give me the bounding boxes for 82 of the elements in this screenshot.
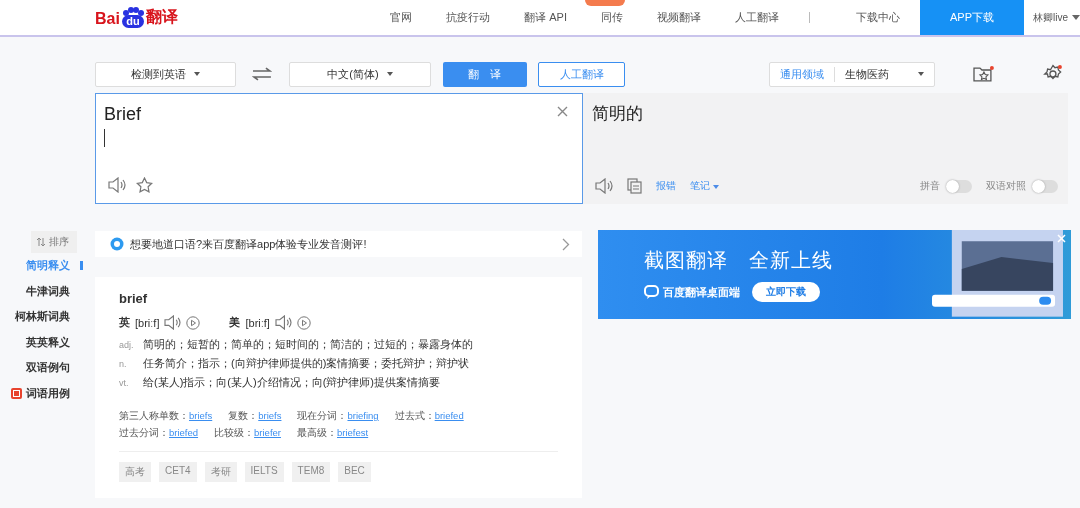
nav-link[interactable]: 抗疫行动 — [432, 10, 505, 25]
promo-bar[interactable]: 想要地道口语?来百度翻译app体验专业发音测评! — [95, 231, 582, 257]
human-translation-button[interactable]: 人工翻译 — [538, 61, 625, 87]
word-form-link[interactable]: briefest — [337, 427, 369, 438]
bilingual-label: 双语对照 — [986, 179, 1026, 193]
form-label: 最高级： — [297, 427, 337, 438]
swap-icon[interactable] — [252, 67, 273, 81]
accent-label: 英 — [119, 315, 130, 330]
nav-link[interactable]: 同传 — [587, 10, 637, 25]
form-label: 现在分词： — [297, 410, 348, 421]
selection-indicator — [80, 261, 83, 271]
form-label: 复数： — [228, 410, 259, 421]
logo-text: Bai — [95, 10, 120, 28]
word-form-link[interactable]: briefing — [347, 410, 379, 421]
form-label: 过去式： — [394, 410, 435, 421]
user-menu[interactable]: 林卿live — [1033, 10, 1080, 25]
pinyin-toggle[interactable] — [946, 179, 972, 193]
chevron-right-icon — [562, 237, 570, 251]
play-icon[interactable] — [296, 315, 311, 330]
headword: brief — [119, 291, 149, 306]
word-form-link[interactable]: briefed — [169, 427, 199, 438]
nav-link[interactable]: 翻译 API — [510, 10, 581, 25]
banner-product-name: 百度翻译桌面端 — [663, 284, 740, 300]
accent-label: 美 — [229, 315, 241, 330]
domain-value: 生物医药 — [843, 66, 890, 82]
form-label: 过去分词： — [119, 427, 169, 438]
sort-button[interactable]: 排序 — [31, 231, 77, 253]
definition-text: 任务简介；指示；(向辩护律师提供的)案情摘要；委托辩护；辩护状 — [143, 356, 471, 371]
part-of-speech: vt. — [119, 377, 130, 388]
exam-tag: BEC — [338, 462, 371, 482]
source-language-select[interactable]: 检测到英语 — [95, 61, 237, 87]
word-form-link[interactable]: briefed — [434, 410, 464, 421]
speaker-icon[interactable] — [108, 177, 126, 193]
nav-link[interactable]: 视频翻译 — [643, 10, 715, 25]
copy-icon[interactable] — [627, 178, 642, 194]
part-of-speech: adj. — [119, 339, 135, 350]
exam-tag: 考研 — [204, 462, 237, 482]
download-now-button[interactable]: 立即下载 — [752, 282, 820, 302]
phonetic-text: [briːf] — [245, 316, 270, 329]
chat-bubble-icon — [110, 237, 124, 251]
word-form-link[interactable]: briefer — [254, 427, 281, 438]
logo-text: 翻译 — [145, 7, 178, 27]
promo-text: 想要地道口语?来百度翻译app体验专业发音测评! — [130, 236, 368, 252]
definition-text: 简明的；短暂的；简单的；短时间的；简洁的；过短的；暴露身体的 — [143, 337, 474, 352]
speaker-icon[interactable] — [595, 178, 613, 194]
chat-bubble-icon — [644, 285, 659, 299]
caret-icon — [1072, 15, 1080, 20]
nav-link[interactable]: 人工翻译 — [721, 10, 793, 25]
nav-link[interactable]: 官网 — [376, 10, 427, 25]
sort-icon — [36, 237, 46, 247]
close-icon[interactable] — [557, 106, 568, 117]
star-icon[interactable] — [136, 177, 153, 193]
domain-label: 通用领域 — [779, 66, 835, 82]
pinyin-label: 拼音 — [920, 179, 940, 193]
part-of-speech: n. — [119, 358, 128, 369]
play-icon[interactable] — [186, 315, 201, 330]
speaker-icon[interactable] — [274, 315, 292, 330]
bilingual-toggle[interactable] — [1032, 179, 1058, 193]
speaker-icon[interactable] — [164, 315, 182, 330]
sidebar-item[interactable]: 英英释义 — [26, 334, 70, 350]
exam-tag: IELTS — [244, 462, 284, 482]
banner-title: 截图翻译 全新上线 — [644, 248, 834, 273]
word-form-link[interactable]: briefs — [258, 410, 282, 421]
word-form-link[interactable]: briefs — [189, 410, 213, 421]
form-label: 比较级： — [214, 427, 255, 438]
nav-link[interactable]: 下载中心 — [842, 10, 914, 25]
sidebar-item[interactable]: 柯林斯词典 — [15, 309, 70, 325]
sidebar-item[interactable]: 双语例句 — [26, 360, 70, 376]
exam-tag: 高考 — [119, 462, 151, 482]
sidebar-item[interactable]: 牛津词典 — [26, 283, 70, 299]
star-folder-icon[interactable] — [973, 65, 996, 83]
form-label: 第三人称单数： — [119, 410, 189, 421]
ad-banner[interactable]: 截图翻译 全新上线 百度翻译桌面端 立即下载 — [598, 230, 1071, 319]
sidebar-item[interactable]: 词语用例 — [26, 385, 70, 401]
exam-tag: TEM8 — [291, 462, 331, 482]
translation-result: 简明的 — [591, 103, 644, 125]
definition-text: 给(某人)指示；向(某人)介绍情况；向(辩护律师)提供案情摘要 — [143, 375, 441, 390]
domain-select[interactable]: 通用领域 生物医药 — [768, 61, 936, 87]
target-language-select[interactable]: 中文(简体) — [289, 61, 431, 87]
source-text-field[interactable]: Brief — [95, 93, 583, 204]
exam-tag: CET4 — [159, 462, 197, 482]
phonetic-text: [briːf] — [135, 316, 160, 329]
